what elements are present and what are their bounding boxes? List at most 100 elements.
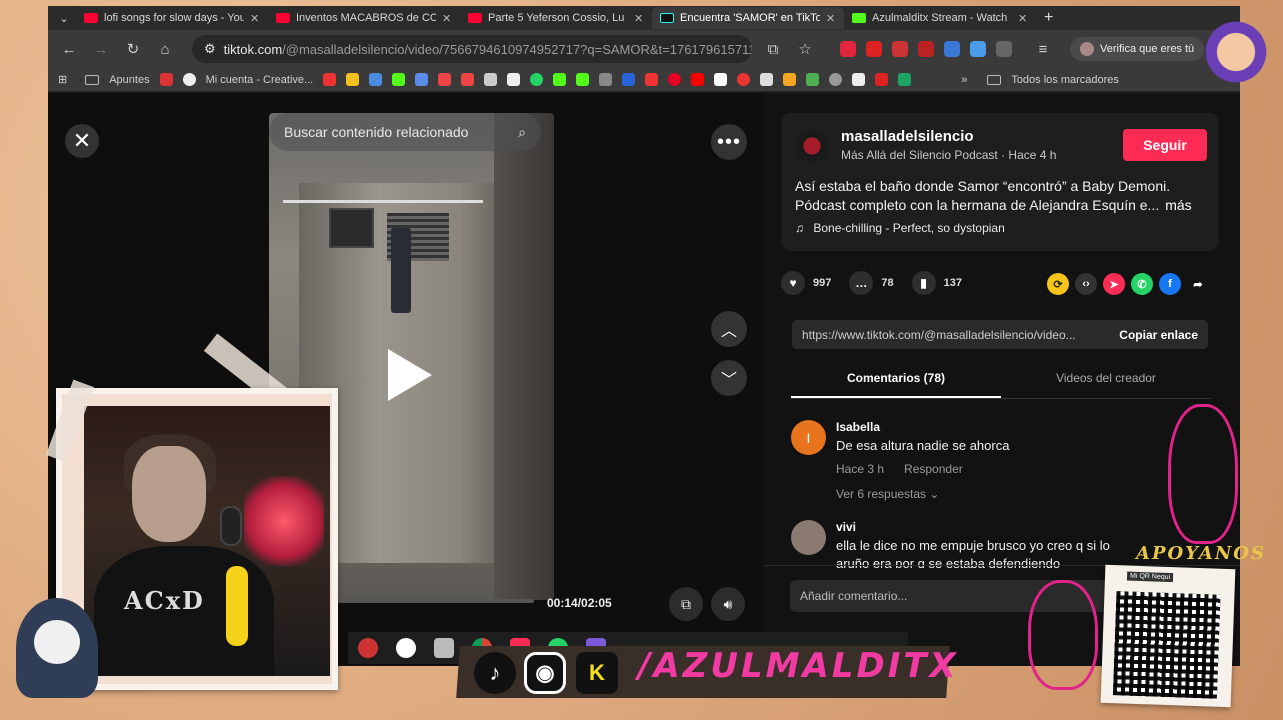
bookmark-apuntes[interactable]: Apuntes — [109, 74, 149, 86]
forward-icon[interactable]: → — [90, 41, 112, 58]
close-video-button[interactable]: ✕ — [65, 124, 99, 158]
copy-link-button[interactable]: Copiar enlace — [1119, 328, 1198, 342]
tab-kick[interactable]: Azulmalditx Stream - Watch ✕ — [844, 7, 1036, 29]
more-options-icon[interactable]: ••• — [711, 124, 747, 160]
app-icon[interactable] — [358, 638, 378, 658]
bookmark-icon[interactable] — [484, 73, 498, 86]
creator-avatar[interactable] — [795, 129, 829, 163]
kick-icon[interactable] — [553, 73, 567, 86]
more-bookmarks-icon[interactable]: » — [961, 74, 967, 86]
tab-inventos[interactable]: Inventos MACABROS de CO ✕ — [268, 7, 460, 29]
bookmark-icon[interactable] — [875, 73, 889, 86]
reply-button[interactable]: Responder — [904, 462, 963, 476]
bookmark-icon[interactable] — [461, 73, 475, 86]
music-info[interactable]: ♫ Bone-chilling - Perfect, so dystopian — [795, 221, 1005, 235]
new-tab-button[interactable]: + — [1044, 9, 1053, 27]
commenter-name[interactable]: Isabella — [836, 420, 880, 434]
play-icon[interactable] — [388, 349, 432, 401]
more-link[interactable]: más — [1165, 197, 1191, 213]
share-arrow-icon[interactable]: ➦ — [1187, 273, 1209, 295]
youtube-icon — [84, 13, 98, 23]
whatsapp-icon[interactable] — [530, 73, 544, 86]
tab-comments[interactable]: Comentarios (78) — [791, 363, 1001, 398]
tab-search-chevron-icon[interactable]: ⌄ — [52, 8, 76, 28]
bookmark-icon[interactable] — [737, 73, 751, 86]
extension-icon[interactable] — [866, 41, 882, 57]
media-icon[interactable]: ≡ — [1032, 41, 1054, 58]
bookmark-icon[interactable] — [829, 73, 843, 86]
close-tab-icon[interactable]: ✕ — [826, 12, 836, 25]
bookmark-icon[interactable] — [415, 73, 429, 86]
close-tab-icon[interactable]: ✕ — [1018, 12, 1028, 25]
bookmark-all[interactable]: Todos los marcadores — [1011, 74, 1119, 86]
bookmark-icon[interactable] — [599, 73, 613, 86]
save-stat[interactable]: ▮ 137 — [911, 271, 962, 295]
site-info-icon[interactable]: ⚙ — [204, 41, 216, 57]
extension-icon[interactable] — [918, 41, 934, 57]
close-tab-icon[interactable]: ✕ — [250, 12, 260, 25]
youtube-icon[interactable] — [691, 73, 705, 86]
tab-creator-videos[interactable]: Videos del creador — [1001, 363, 1211, 398]
embed-icon[interactable]: ‹› — [1075, 273, 1097, 295]
app-icon[interactable] — [434, 638, 454, 658]
commenter-avatar[interactable]: I — [791, 420, 826, 455]
bookmark-icon[interactable] — [783, 73, 797, 86]
volume-icon[interactable]: 🔊︎ — [711, 587, 745, 621]
bookmark-icon[interactable] — [323, 73, 337, 86]
tab-tiktok[interactable]: Encuentra 'SAMOR' en TikTo ✕ — [652, 7, 844, 29]
url-path: /@masalladelsilencio/video/7566794610974… — [282, 41, 752, 57]
bookmark-icon[interactable] — [622, 73, 636, 86]
install-icon[interactable]: ⧉ — [762, 41, 784, 58]
related-search-input[interactable]: Buscar contenido relacionado ⌕ — [269, 113, 541, 151]
extension-icon[interactable] — [970, 41, 986, 57]
bookmark-star-icon[interactable]: ☆ — [794, 40, 816, 58]
extension-icon[interactable] — [840, 41, 856, 57]
bookmark-icon[interactable] — [438, 73, 452, 86]
send-icon[interactable]: ➤ — [1103, 273, 1125, 295]
follow-button[interactable]: Seguir — [1123, 129, 1207, 161]
adblock-icon[interactable] — [892, 41, 908, 57]
bookmark-icon[interactable] — [369, 73, 383, 86]
commenter-avatar[interactable] — [791, 520, 826, 555]
bookmark-icon[interactable] — [898, 73, 912, 86]
bookmark-icon[interactable] — [645, 73, 659, 86]
mini-player-icon[interactable]: ⧉ — [669, 587, 703, 621]
repost-icon[interactable]: ⟳ — [1047, 273, 1069, 295]
creator-username[interactable]: masalladelsilencio — [841, 128, 974, 145]
commenter-name[interactable]: vivi — [836, 520, 856, 534]
bookmark-icon[interactable] — [806, 73, 820, 86]
translate-icon[interactable] — [944, 41, 960, 57]
like-stat[interactable]: ♥ 997 — [781, 271, 831, 295]
previous-video-button[interactable]: ︿ — [711, 311, 747, 347]
bookmark-icon[interactable] — [159, 73, 173, 86]
close-tab-icon[interactable]: ✕ — [634, 12, 644, 25]
puzzle-icon[interactable] — [996, 41, 1012, 57]
bookmark-creative[interactable]: Mi cuenta - Creative... — [206, 74, 314, 86]
bookmark-icon[interactable] — [346, 73, 360, 86]
reload-icon[interactable]: ↻ — [122, 40, 144, 58]
address-bar[interactable]: ⚙ tiktok.com/@masalladelsilencio/video/7… — [192, 35, 752, 63]
bookmark-icon[interactable] — [392, 73, 406, 86]
bookmark-icon[interactable] — [576, 73, 590, 86]
bookmark-icon[interactable] — [852, 73, 866, 86]
qr-code[interactable] — [1112, 591, 1221, 699]
comment-stat[interactable]: … 78 — [849, 271, 894, 295]
app-icon[interactable] — [396, 638, 416, 658]
video-link[interactable]: https://www.tiktok.com/@masalladelsilenc… — [802, 328, 1076, 342]
close-tab-icon[interactable]: ✕ — [442, 12, 452, 25]
home-icon[interactable]: ⌂ — [154, 41, 176, 58]
tab-parte5[interactable]: Parte 5 Yeferson Cossio, Lu ✕ — [460, 7, 652, 29]
tab-lofi[interactable]: lofi songs for slow days - You ✕ — [76, 7, 268, 29]
view-replies[interactable]: Ver 6 respuestas ⌄ — [836, 487, 939, 501]
facebook-icon[interactable]: f — [1159, 273, 1181, 295]
back-icon[interactable]: ← — [58, 41, 80, 58]
whatsapp-icon[interactable]: ✆ — [1131, 273, 1153, 295]
verify-button[interactable]: Verifica que eres tú — [1070, 37, 1205, 61]
apps-grid-icon[interactable]: ⊞ — [58, 73, 67, 86]
bookmark-icon[interactable] — [760, 73, 774, 86]
video-progress-bar[interactable] — [310, 599, 534, 603]
next-video-button[interactable]: ﹀ — [711, 360, 747, 396]
bookmark-icon[interactable] — [507, 73, 521, 86]
pinterest-icon[interactable] — [668, 73, 682, 86]
bookmark-icon[interactable] — [714, 73, 728, 86]
